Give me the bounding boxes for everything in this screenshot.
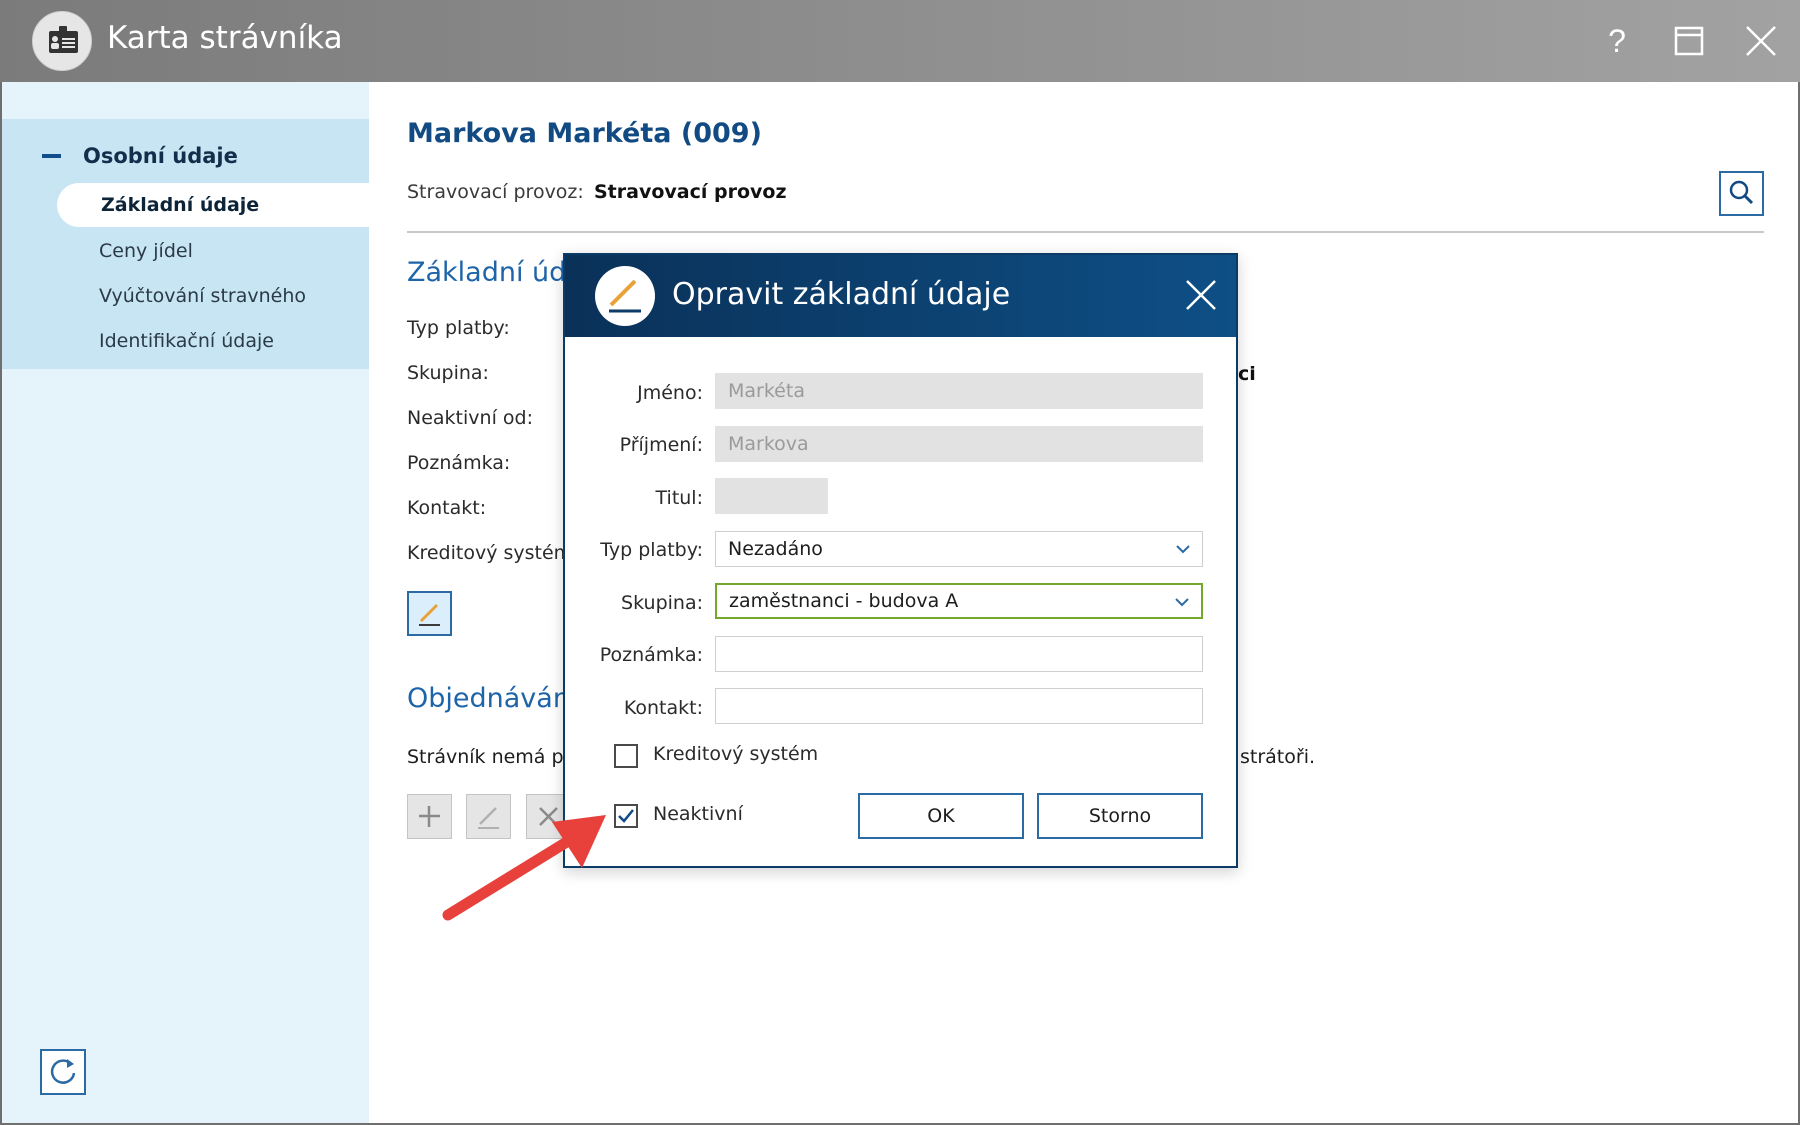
dialog-close-icon[interactable] <box>1183 277 1219 313</box>
kontakt-label: Kontakt: <box>623 697 703 719</box>
dialog-title: Opravit základní údaje <box>672 277 1011 312</box>
skupina-value: zaměstnanci - budova A <box>729 590 959 612</box>
collapse-icon[interactable] <box>42 154 61 158</box>
sidebar-item-zakladni-udaje[interactable]: Základní údaje <box>57 183 369 227</box>
jmeno-field: Markéta <box>715 373 1203 409</box>
orders-info-text: Strávník nemá pra <box>407 746 584 768</box>
dialog-header: Opravit základní údaje <box>565 255 1236 337</box>
kreditovy-system-label: Kreditový systém <box>653 743 819 765</box>
field-label-kontakt: Kontakt: <box>407 497 487 519</box>
orders-info-text-end: strátoři. <box>1240 746 1316 768</box>
window-title: Karta strávníka <box>107 20 343 56</box>
sidebar: Osobní údaje Základní údaje Ceny jídel V… <box>2 82 369 1123</box>
kontakt-field[interactable] <box>715 688 1203 724</box>
typ-platby-select[interactable]: Nezadáno <box>715 531 1203 567</box>
poznamka-field[interactable] <box>715 636 1203 672</box>
edit-dialog: Opravit základní údaje Jméno: Markéta Př… <box>563 253 1238 868</box>
field-label-typ-platby: Typ platby: <box>407 317 510 339</box>
search-button[interactable] <box>1719 171 1764 216</box>
ok-button[interactable]: OK <box>858 793 1024 839</box>
annotation-arrow <box>442 815 606 921</box>
storno-button[interactable]: Storno <box>1037 793 1203 839</box>
chevron-down-icon <box>1175 598 1189 607</box>
person-name: Markova Markéta (009) <box>407 118 762 149</box>
skupina-label: Skupina: <box>621 592 703 614</box>
sidebar-item-identifikacni-udaje[interactable]: Identifikační údaje <box>99 323 274 359</box>
titul-label: Titul: <box>655 487 703 509</box>
provoz-label: Stravovací provoz: <box>407 181 584 203</box>
titul-field[interactable] <box>715 478 828 514</box>
typ-platby-value: Nezadáno <box>728 538 823 560</box>
sidebar-item-label: Základní údaje <box>101 194 260 216</box>
nav-section-header[interactable]: Osobní údaje <box>42 139 238 173</box>
field-label-skupina: Skupina: <box>407 362 489 384</box>
nav-section-label: Osobní údaje <box>83 144 238 168</box>
nav-section: Osobní údaje Základní údaje Ceny jídel V… <box>2 119 369 369</box>
help-icon[interactable]: ? <box>1590 14 1644 68</box>
chevron-down-icon <box>1176 545 1190 554</box>
prijmeni-label: Příjmení: <box>619 434 703 456</box>
id-card-icon <box>32 11 92 71</box>
title-bar: Karta strávníka ? <box>0 0 1800 82</box>
field-label-neaktivni-od: Neaktivní od: <box>407 407 533 429</box>
provoz-value: Stravovací provoz <box>594 181 787 203</box>
neaktivni-label: Neaktivní <box>653 803 743 825</box>
divider <box>407 231 1764 233</box>
sidebar-item-ceny-jidel[interactable]: Ceny jídel <box>99 233 193 269</box>
svg-text:?: ? <box>1608 23 1626 59</box>
pencil-icon <box>595 266 655 326</box>
typ-platby-label: Typ platby: <box>600 539 703 561</box>
search-icon <box>1729 180 1754 205</box>
skupina-select[interactable]: zaměstnanci - budova A <box>715 583 1203 619</box>
kreditovy-system-checkbox[interactable] <box>614 744 638 768</box>
group-value: ci <box>1238 363 1256 385</box>
refresh-icon <box>50 1059 76 1084</box>
field-label-poznamka: Poznámka: <box>407 452 511 474</box>
sidebar-item-vyuctovani[interactable]: Vyúčtování stravného <box>99 278 306 314</box>
poznamka-label: Poznámka: <box>599 644 703 666</box>
close-icon[interactable] <box>1734 14 1788 68</box>
field-label-kreditovy-system: Kreditový systém <box>407 542 573 564</box>
refresh-button[interactable] <box>40 1049 86 1095</box>
pencil-icon <box>419 603 440 626</box>
edit-button[interactable] <box>407 591 452 636</box>
section-title-orders: Objednáván <box>407 683 570 714</box>
section-title-basic: Základní úda <box>407 257 583 288</box>
maximize-icon[interactable] <box>1662 14 1716 68</box>
jmeno-label: Jméno: <box>637 382 703 404</box>
prijmeni-field: Markova <box>715 426 1203 462</box>
